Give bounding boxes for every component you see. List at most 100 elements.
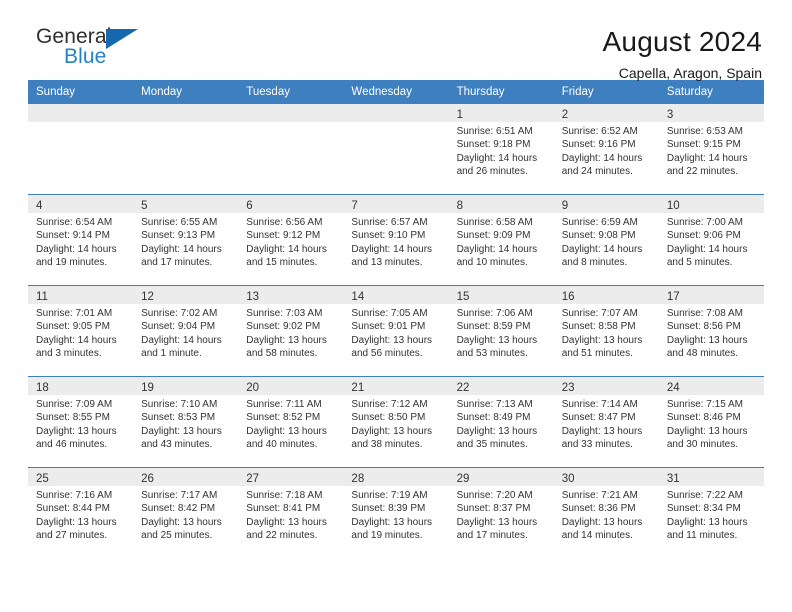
daylight-text-line1: Daylight: 14 hours xyxy=(36,243,117,255)
day-cell[interactable]: 13 Sunrise: 7:03 AM Sunset: 9:02 PM Dayligh… xyxy=(238,286,344,376)
day-number-strip: 30 xyxy=(553,468,659,486)
sunrise-text: Sunrise: 7:07 AM xyxy=(561,308,638,319)
day-cell[interactable]: 25 Sunrise: 7:16 AM Sunset: 8:44 PM Dayligh… xyxy=(28,468,134,558)
calendar-cell: 10 Sunrise: 7:00 AM Sunset: 9:06 PM Dayligh… xyxy=(658,194,764,286)
day-number-strip: 9 xyxy=(553,195,659,213)
daylight-text-line1: Daylight: 14 hours xyxy=(36,334,117,346)
day-cell[interactable]: 8 Sunrise: 6:58 AM Sunset: 9:09 PM Daylight… xyxy=(448,195,554,285)
day-cell[interactable]: 28 Sunrise: 7:19 AM Sunset: 8:39 PM Dayligh… xyxy=(343,468,449,558)
daylight-text-line2: and 24 minutes. xyxy=(561,166,633,178)
day-number-strip: 4 xyxy=(28,195,134,213)
daylight-text-line2: and 19 minutes. xyxy=(351,530,423,542)
day-cell[interactable]: 15 Sunrise: 7:06 AM Sunset: 8:59 PM Dayligh… xyxy=(448,286,554,376)
weekday-header-monday: Monday xyxy=(133,80,239,104)
day-cell[interactable]: 1 Sunrise: 6:51 AM Sunset: 9:18 PM Daylight… xyxy=(448,104,554,194)
day-cell[interactable]: 22 Sunrise: 7:13 AM Sunset: 8:49 PM Dayligh… xyxy=(448,377,554,467)
sunset-text: Sunset: 8:52 PM xyxy=(246,412,321,424)
calendar-cell: 20 Sunrise: 7:11 AM Sunset: 8:52 PM Dayligh… xyxy=(238,376,344,468)
daylight-text-line2: and 58 minutes. xyxy=(246,348,318,360)
day-cell[interactable]: 6 Sunrise: 6:56 AM Sunset: 9:12 PM Daylight… xyxy=(238,195,344,285)
sunset-text: Sunset: 9:12 PM xyxy=(246,230,321,242)
daylight-text-line1: Daylight: 13 hours xyxy=(351,425,433,437)
daylight-text-line1: Daylight: 14 hours xyxy=(351,243,433,255)
day-details: Sunrise: 7:03 AM Sunset: 9:02 PM Daylight:… xyxy=(238,304,343,361)
sunrise-text: Sunrise: 7:01 AM xyxy=(36,308,113,319)
daylight-text-line2: and 26 minutes. xyxy=(456,166,528,178)
day-details: Sunrise: 6:55 AM Sunset: 9:13 PM Daylight:… xyxy=(133,213,238,270)
day-number-strip: 22 xyxy=(448,377,554,395)
day-number-strip: 23 xyxy=(553,377,659,395)
day-cell[interactable]: 16 Sunrise: 7:07 AM Sunset: 8:58 PM Dayligh… xyxy=(553,286,659,376)
day-cell[interactable]: 29 Sunrise: 7:20 AM Sunset: 8:37 PM Dayligh… xyxy=(448,468,554,558)
day-number: 2 xyxy=(561,109,569,121)
day-cell[interactable]: 11 Sunrise: 7:01 AM Sunset: 9:05 PM Dayligh… xyxy=(28,286,134,376)
day-cell[interactable]: 5 Sunrise: 6:55 AM Sunset: 9:13 PM Daylight… xyxy=(133,195,239,285)
daylight-text-line1: Daylight: 13 hours xyxy=(246,334,327,346)
day-cell[interactable]: 19 Sunrise: 7:10 AM Sunset: 8:53 PM Dayligh… xyxy=(133,377,239,467)
day-cell[interactable]: 30 Sunrise: 7:21 AM Sunset: 8:36 PM Dayligh… xyxy=(553,468,659,558)
daylight-text-line2: and 27 minutes. xyxy=(36,530,108,542)
daylight-text-line2: and 53 minutes. xyxy=(456,348,528,360)
day-number: 21 xyxy=(351,382,365,394)
day-cell[interactable]: 20 Sunrise: 7:11 AM Sunset: 8:52 PM Dayligh… xyxy=(238,377,344,467)
day-cell[interactable]: 2 Sunrise: 6:52 AM Sunset: 9:16 PM Daylight… xyxy=(553,104,659,194)
sunset-text: Sunset: 8:55 PM xyxy=(36,412,110,424)
sunrise-text: Sunrise: 6:53 AM xyxy=(666,126,743,137)
day-details: Sunrise: 7:06 AM Sunset: 8:59 PM Daylight:… xyxy=(449,304,554,361)
day-number: 19 xyxy=(141,382,154,394)
sunset-text: Sunset: 8:50 PM xyxy=(351,412,426,424)
day-cell[interactable]: 14 Sunrise: 7:05 AM Sunset: 9:01 PM Dayligh… xyxy=(343,286,449,376)
sunset-text: Sunset: 8:34 PM xyxy=(666,503,741,515)
calendar-cell: 19 Sunrise: 7:10 AM Sunset: 8:53 PM Dayligh… xyxy=(133,376,239,468)
sunset-text: Sunset: 8:46 PM xyxy=(666,412,741,424)
day-number: 12 xyxy=(141,291,154,303)
daylight-text-line2: and 46 minutes. xyxy=(36,439,108,451)
daylight-text-line2: and 25 minutes. xyxy=(141,530,213,542)
day-details: Sunrise: 7:20 AM Sunset: 8:37 PM Daylight:… xyxy=(449,486,554,543)
calendar-cell: 13 Sunrise: 7:03 AM Sunset: 9:02 PM Dayligh… xyxy=(238,285,344,377)
calendar-cell: 8 Sunrise: 6:58 AM Sunset: 9:09 PM Daylight… xyxy=(448,194,554,286)
daylight-text-line1: Daylight: 13 hours xyxy=(36,425,117,437)
day-cell[interactable]: 23 Sunrise: 7:14 AM Sunset: 8:47 PM Dayligh… xyxy=(553,377,659,467)
sunrise-text: Sunrise: 7:15 AM xyxy=(666,399,743,410)
calendar-cell: 12 Sunrise: 7:02 AM Sunset: 9:04 PM Dayligh… xyxy=(133,285,239,377)
daylight-text-line2: and 48 minutes. xyxy=(666,348,739,360)
daylight-text-line2: and 40 minutes. xyxy=(246,439,318,451)
day-cell[interactable]: 12 Sunrise: 7:02 AM Sunset: 9:04 PM Dayligh… xyxy=(133,286,239,376)
brand-logo[interactable]: General Blue xyxy=(28,26,166,67)
day-cell[interactable]: 24 Sunrise: 7:15 AM Sunset: 8:46 PM Dayligh… xyxy=(658,377,764,467)
day-cell[interactable]: 9 Sunrise: 6:59 AM Sunset: 9:08 PM Daylight… xyxy=(553,195,659,285)
daylight-text-line1: Daylight: 13 hours xyxy=(141,516,222,528)
day-cell[interactable]: 4 Sunrise: 6:54 AM Sunset: 9:14 PM Daylight… xyxy=(28,195,134,285)
day-number-strip: 13 xyxy=(238,286,344,304)
calendar-cell: 9 Sunrise: 6:59 AM Sunset: 9:08 PM Daylight… xyxy=(553,194,659,286)
day-number-strip: 31 xyxy=(658,468,764,486)
calendar-cell: 22 Sunrise: 7:13 AM Sunset: 8:49 PM Dayligh… xyxy=(448,376,554,468)
day-cell[interactable]: 26 Sunrise: 7:17 AM Sunset: 8:42 PM Dayligh… xyxy=(133,468,239,558)
day-cell[interactable]: 3 Sunrise: 6:53 AM Sunset: 9:15 PM Daylight… xyxy=(658,104,764,194)
day-cell[interactable]: 31 Sunrise: 7:22 AM Sunset: 8:34 PM Dayligh… xyxy=(658,468,764,558)
daylight-text-line2: and 5 minutes. xyxy=(666,257,733,269)
title-block: August 2024 Capella, Aragon, Spain xyxy=(603,26,764,82)
sunrise-text: Sunrise: 7:12 AM xyxy=(351,399,428,410)
daylight-text-line2: and 43 minutes. xyxy=(141,439,213,451)
calendar-cell: 4 Sunrise: 6:54 AM Sunset: 9:14 PM Daylight… xyxy=(28,194,134,286)
sunrise-text: Sunrise: 6:55 AM xyxy=(141,217,218,228)
day-cell[interactable]: 17 Sunrise: 7:08 AM Sunset: 8:56 PM Dayligh… xyxy=(658,286,764,376)
day-number-strip: 26 xyxy=(133,468,239,486)
day-details: Sunrise: 7:14 AM Sunset: 8:47 PM Daylight:… xyxy=(554,395,659,452)
day-cell[interactable]: 7 Sunrise: 6:57 AM Sunset: 9:10 PM Daylight… xyxy=(343,195,449,285)
day-number: 20 xyxy=(246,382,260,394)
triangle-icon xyxy=(106,29,138,49)
daylight-text-line2: and 8 minutes. xyxy=(561,257,628,269)
day-cell[interactable]: 21 Sunrise: 7:12 AM Sunset: 8:50 PM Dayligh… xyxy=(343,377,449,467)
calendar-cell: 7 Sunrise: 6:57 AM Sunset: 9:10 PM Daylight… xyxy=(343,194,449,286)
day-number-strip xyxy=(28,104,134,122)
day-number-strip xyxy=(133,104,239,122)
day-cell[interactable]: 10 Sunrise: 7:00 AM Sunset: 9:06 PM Dayligh… xyxy=(658,195,764,285)
day-cell[interactable]: 18 Sunrise: 7:09 AM Sunset: 8:55 PM Dayligh… xyxy=(28,377,134,467)
calendar-cell: 23 Sunrise: 7:14 AM Sunset: 8:47 PM Dayligh… xyxy=(553,376,659,468)
daylight-text-line1: Daylight: 13 hours xyxy=(561,516,643,528)
day-cell[interactable]: 27 Sunrise: 7:18 AM Sunset: 8:41 PM Dayligh… xyxy=(238,468,344,558)
calendar-cell: 29 Sunrise: 7:20 AM Sunset: 8:37 PM Dayligh… xyxy=(448,467,554,558)
